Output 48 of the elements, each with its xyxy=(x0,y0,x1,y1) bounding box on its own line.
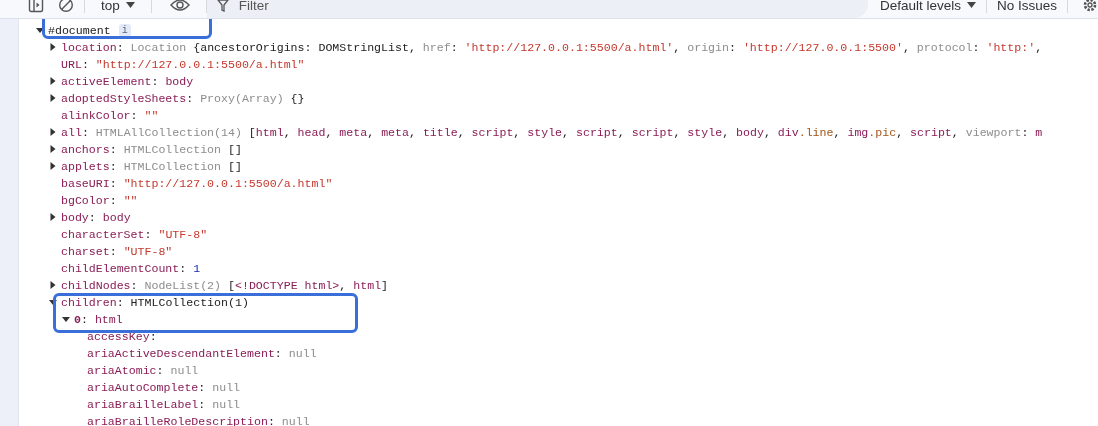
property-text: children: HTMLCollection(1) xyxy=(61,294,249,311)
property-text: ariaBrailleLabel: null xyxy=(87,396,241,413)
caret-icon xyxy=(125,2,135,8)
collapsed-caret-icon[interactable] xyxy=(49,43,57,51)
expanded-caret-icon[interactable] xyxy=(49,298,57,306)
property-text: baseURI: "http://127.0.0.1:5500/a.html" xyxy=(61,175,333,192)
clear-icon[interactable] xyxy=(58,0,74,13)
collapsed-caret-icon[interactable] xyxy=(49,162,57,170)
property-text: accessKey: xyxy=(87,328,157,345)
property-text: childNodes: NodeList(2) [<!DOCTYPE html>, html] xyxy=(61,277,389,294)
property-text: ariaActiveDescendantElement: null xyxy=(87,345,317,362)
collapsed-caret-icon[interactable] xyxy=(49,128,57,136)
property-text: ariaBrailleRoleDescription: null xyxy=(87,413,310,426)
collapsed-caret-icon[interactable] xyxy=(49,94,57,102)
collapsed-caret-icon[interactable] xyxy=(49,281,57,289)
property-text: ariaAtomic: null xyxy=(87,362,199,379)
property-text: adoptedStyleSheets: Proxy(Array) {} xyxy=(61,90,305,107)
property-text: ariaAutoComplete: null xyxy=(87,379,241,396)
property-text: bgColor: "" xyxy=(61,192,138,209)
info-badge[interactable]: i xyxy=(118,23,131,37)
property-text: #document xyxy=(48,22,111,39)
property-text: alinkColor: "" xyxy=(61,107,159,124)
collapsed-caret-icon[interactable] xyxy=(49,145,57,153)
caret-icon xyxy=(966,2,976,8)
property-text: charset: "UTF-8" xyxy=(61,243,173,260)
issues-button[interactable]: No Issues xyxy=(996,0,1057,13)
settings-icon[interactable] xyxy=(1082,0,1098,13)
property-text: applets: HTMLCollection [] xyxy=(61,158,242,175)
expanded-caret-icon[interactable] xyxy=(62,315,70,323)
collapsed-caret-icon[interactable] xyxy=(49,77,57,85)
filter-input[interactable]: Filter xyxy=(236,0,868,14)
property-text: body: body xyxy=(61,209,131,226)
levels-dropdown[interactable]: Default levels xyxy=(879,0,976,13)
property-text: location: Location {ancestorOrigins: DOMStringList, href: 'http://127.0.0.1:5500/a.html', origin: 'http://127.0.0.1:5500', protocol: 'http:', xyxy=(61,39,1043,56)
property-text: characterSet: "UTF-8" xyxy=(61,226,208,243)
context-dropdown[interactable]: top xyxy=(101,0,135,13)
property-text: URL: "http://127.0.0.1:5500/a.html" xyxy=(61,56,305,73)
property-text: all: HTMLAllCollection(14) [html, head, meta, meta, title, script, style, script, script, style, body, div.line, img.pic, script, viewport: m xyxy=(61,124,1043,141)
property-text: anchors: HTMLCollection [] xyxy=(61,141,242,158)
eye-icon[interactable] xyxy=(169,0,190,12)
funnel-icon xyxy=(216,0,229,12)
sidebar-icon[interactable] xyxy=(28,0,44,13)
property-text: childElementCount: 1 xyxy=(61,260,201,277)
expanded-caret-icon[interactable] xyxy=(36,26,44,34)
property-text: 0: html xyxy=(74,311,123,328)
property-text: activeElement: body xyxy=(61,73,194,90)
collapsed-caret-icon[interactable] xyxy=(49,213,57,221)
filter-field[interactable]: Filter xyxy=(206,0,868,18)
